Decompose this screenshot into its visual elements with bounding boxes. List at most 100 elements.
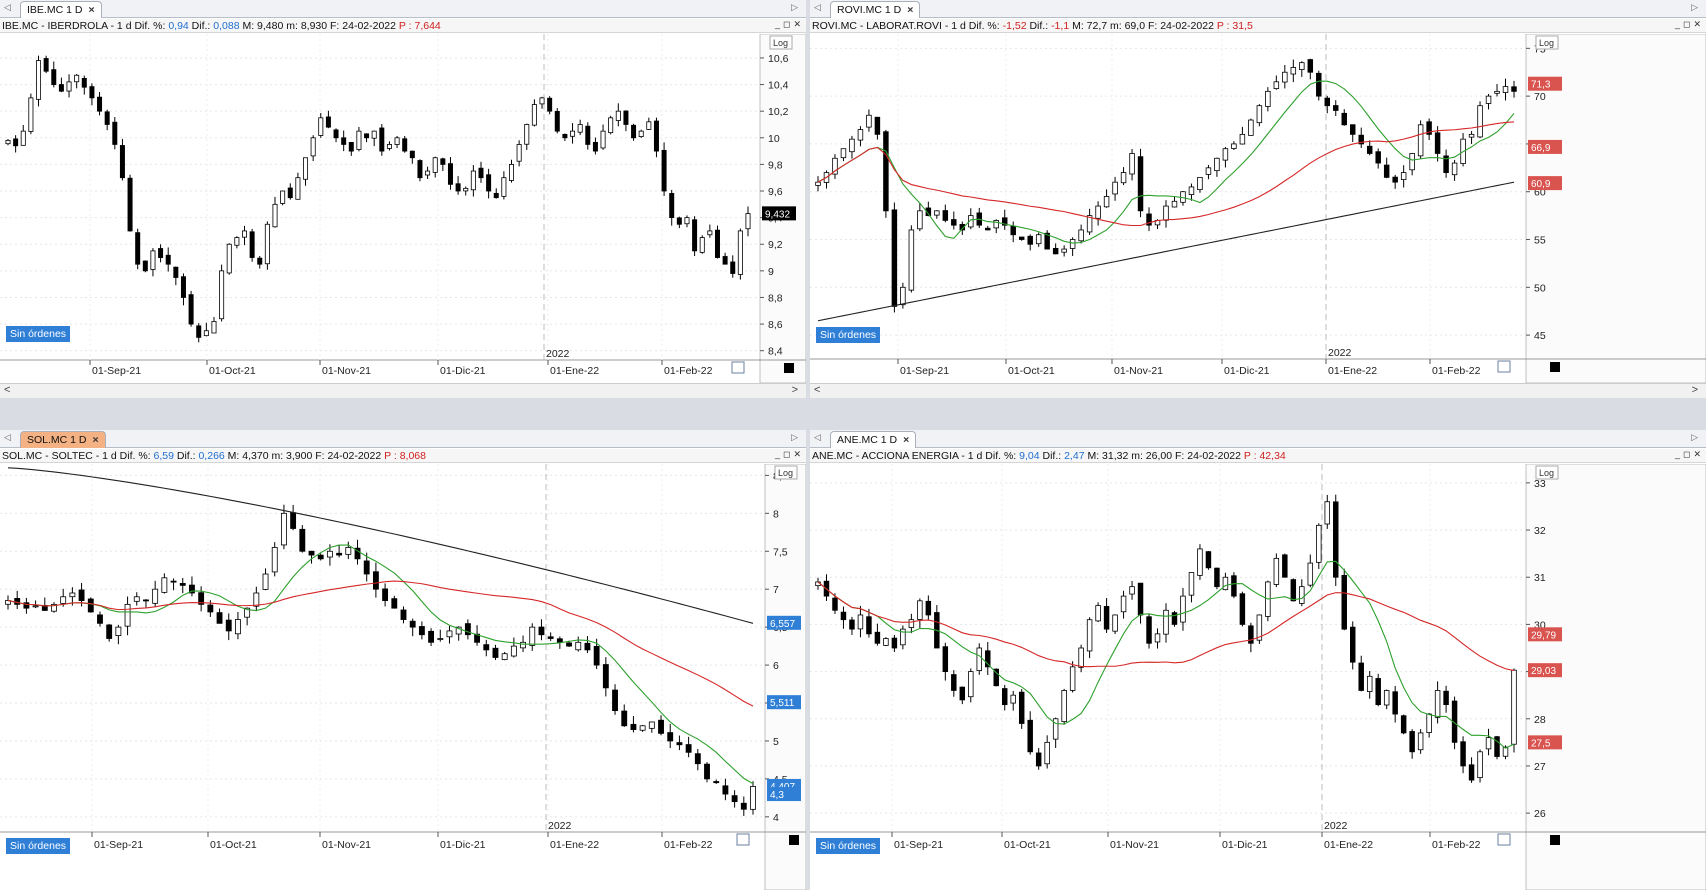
- window-buttons[interactable]: _◻✕: [775, 449, 804, 463]
- candle-body: [1349, 124, 1356, 135]
- candle-body: [1443, 690, 1449, 706]
- candle-body: [501, 653, 508, 660]
- orders-badge[interactable]: Sin órdenes: [6, 326, 71, 342]
- candle-body: [516, 144, 522, 162]
- color-square-icon[interactable]: [784, 363, 794, 373]
- tab-ane[interactable]: ANE.MC 1 D ×: [830, 431, 917, 448]
- candle-body: [942, 646, 949, 672]
- orders-badge[interactable]: Sin órdenes: [6, 838, 71, 854]
- candle-body: [667, 732, 674, 742]
- candle-body: [917, 210, 923, 230]
- dif-pct-label: Dif. %:: [985, 450, 1017, 462]
- y-tick-label: 8,6: [768, 319, 783, 331]
- candle-body: [386, 144, 392, 149]
- x-tick-label: 01-Nov-21: [322, 839, 371, 851]
- save-icon[interactable]: [731, 361, 745, 374]
- year-label: 2022: [548, 820, 572, 832]
- scroll-left-icon[interactable]: <: [4, 384, 10, 396]
- candle-body: [1460, 741, 1466, 767]
- save-icon[interactable]: [1497, 360, 1511, 373]
- chart-ane[interactable]: 2627282930313233Log01-Sep-2101-Oct-2101-…: [810, 464, 1706, 890]
- orders-badge[interactable]: Sin órdenes: [816, 327, 881, 343]
- color-square-icon[interactable]: [789, 835, 799, 845]
- candle-body: [1027, 719, 1033, 753]
- candle-body: [866, 616, 872, 635]
- candle-body: [60, 596, 67, 604]
- close-icon[interactable]: ×: [903, 434, 909, 446]
- close-icon[interactable]: ×: [88, 4, 94, 16]
- close-icon[interactable]: ×: [93, 434, 99, 446]
- candle-body: [280, 190, 286, 204]
- candle-body: [409, 620, 416, 628]
- candle-body: [1409, 731, 1415, 753]
- candle-body: [1052, 248, 1059, 255]
- chart-sol[interactable]: 44,555,566,577,588,5Log01-Sep-2101-Oct-2…: [0, 464, 806, 890]
- color-square-icon[interactable]: [1550, 835, 1560, 845]
- candle-body: [165, 254, 171, 265]
- candle-body: [295, 177, 301, 200]
- candle-body: [857, 129, 864, 141]
- candle-body: [203, 330, 209, 337]
- tab-label: ROVI.MC 1 D: [837, 4, 902, 16]
- horizontal-scrollbar[interactable]: < >: [0, 383, 806, 398]
- x-tick-label: 01-Sep-21: [92, 365, 141, 377]
- close-icon[interactable]: ×: [907, 4, 913, 16]
- dif-label: Dif.:: [191, 20, 211, 32]
- scroll-right-icon[interactable]: >: [1692, 384, 1698, 396]
- candle-body: [262, 573, 269, 590]
- chart-rovi[interactable]: 45505560657075Log01-Sep-2101-Oct-2101-No…: [810, 34, 1706, 383]
- candle-body: [464, 623, 471, 636]
- candle-body: [993, 219, 999, 229]
- candle-body: [1511, 669, 1517, 745]
- candle-body: [501, 177, 507, 197]
- tab-scroll-right-icon[interactable]: ▷: [1691, 2, 1698, 13]
- candle-body: [631, 124, 637, 139]
- candle-body: [1341, 112, 1347, 126]
- candle-body: [1103, 196, 1110, 208]
- dif-label: Dif.:: [1029, 20, 1049, 32]
- scroll-right-icon[interactable]: >: [792, 384, 798, 396]
- chart-ibe[interactable]: 8,48,68,899,29,49,69,81010,210,410,6Log0…: [0, 34, 806, 383]
- candle-body: [226, 243, 232, 274]
- tab-scroll-left-icon[interactable]: ◁: [4, 432, 11, 443]
- y-tick-label: 9,6: [768, 186, 783, 198]
- window-buttons[interactable]: _◻✕: [775, 19, 804, 33]
- candle-body: [235, 619, 241, 635]
- color-square-icon[interactable]: [1550, 362, 1560, 372]
- candle-body: [593, 645, 600, 666]
- candle-body: [74, 74, 80, 83]
- tab-rovi[interactable]: ROVI.MC 1 D ×: [830, 1, 921, 18]
- candle-body: [1078, 647, 1084, 668]
- window-buttons[interactable]: _◻✕: [1675, 19, 1704, 33]
- tab-scroll-right-icon[interactable]: ▷: [1691, 432, 1698, 443]
- tab-label: IBE.MC 1 D: [27, 4, 83, 16]
- y-tick-label: 55: [1534, 235, 1546, 247]
- candle-body: [1171, 612, 1178, 625]
- y-tick-label: 10,6: [768, 53, 789, 65]
- save-icon[interactable]: [1497, 833, 1511, 846]
- candle-body: [336, 552, 343, 556]
- horizontal-scrollbar[interactable]: < >: [810, 383, 1706, 398]
- candle-body: [740, 802, 747, 810]
- tab-sol[interactable]: SOL.MC 1 D ×: [20, 431, 106, 448]
- tab-scroll-right-icon[interactable]: ▷: [791, 2, 798, 13]
- tab-scroll-right-icon[interactable]: ▷: [791, 432, 798, 443]
- ma-mid-marker: 29,79: [1531, 630, 1556, 641]
- candle-body: [363, 560, 370, 575]
- save-icon[interactable]: [736, 833, 750, 846]
- orders-badge[interactable]: Sin órdenes: [816, 838, 881, 854]
- quote-header: ANE.MC - ACCIONA ENERGIA - 1 d Dif. %: 9…: [810, 449, 1706, 463]
- symbol-name: ANE.MC - ACCIONA ENERGIA - 1 d: [812, 450, 983, 462]
- tab-scroll-left-icon[interactable]: ◁: [814, 432, 821, 443]
- tab-scroll-left-icon[interactable]: ◁: [814, 2, 821, 13]
- tab-scroll-left-icon[interactable]: ◁: [4, 2, 11, 13]
- candle-body: [253, 592, 260, 607]
- window-buttons[interactable]: _◻✕: [1675, 449, 1704, 463]
- candle-body: [585, 125, 591, 145]
- candle-body: [985, 227, 991, 231]
- tab-ibe[interactable]: IBE.MC 1 D ×: [20, 1, 102, 18]
- scroll-left-icon[interactable]: <: [814, 384, 820, 396]
- x-tick-label: 01-Dic-21: [440, 839, 486, 851]
- dif-pct-label: Dif. %:: [119, 450, 151, 462]
- candle-body: [1468, 133, 1475, 138]
